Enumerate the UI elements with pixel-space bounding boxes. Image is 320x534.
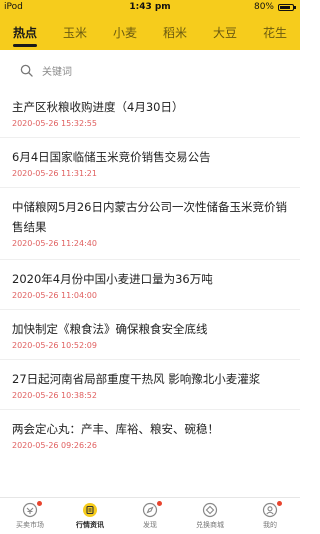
nav-profile[interactable]: 我的 [240, 498, 300, 534]
news-list: 主产区秋粮收购进度（4月30日） 2020-05-26 15:32:55 6月4… [0, 88, 300, 460]
news-date: 2020-05-26 10:38:52 [12, 391, 97, 400]
news-item[interactable]: 两会定心丸：产丰、库裕、粮安、碗稳！ 2020-05-26 09:26:26 [0, 410, 300, 460]
profile-icon [262, 502, 278, 518]
discover-icon [142, 502, 158, 518]
tab-peanut[interactable]: 花生 [250, 16, 300, 50]
shop-icon [202, 502, 218, 518]
news-title: 中储粮网5月26日内蒙古分公司一次性储备玉米竞价销售结果 [12, 200, 287, 234]
tab-hot[interactable]: 热点 [0, 16, 50, 50]
tab-wheat[interactable]: 小麦 [100, 16, 150, 50]
tab-soybean[interactable]: 大豆 [200, 16, 250, 50]
news-title: 主产区秋粮收购进度（4月30日） [12, 100, 184, 114]
news-title: 27日起河南省局部重度干热风 影响豫北小麦灌浆 [12, 372, 261, 386]
news-item[interactable]: 加快制定《粮食法》确保粮食安全底线 2020-05-26 10:52:09 [0, 310, 300, 360]
news-item[interactable]: 6月4日国家临储玉米竞价销售交易公告 2020-05-26 11:31:21 [0, 138, 300, 188]
news-item[interactable]: 中储粮网5月26日内蒙古分公司一次性储备玉米竞价销售结果 2020-05-26 … [0, 188, 300, 260]
news-date: 2020-05-26 11:24:40 [12, 239, 97, 248]
search-placeholder: 关键词 [42, 66, 72, 78]
nav-news[interactable]: 行情资讯 [60, 498, 120, 534]
news-title: 加快制定《粮食法》确保粮食安全底线 [12, 322, 208, 336]
search-input[interactable]: 关键词 [14, 58, 286, 82]
market-icon [22, 502, 38, 518]
search-icon [20, 64, 33, 77]
news-title: 2020年4月份中国小麦进口量为36万吨 [12, 272, 213, 286]
nav-shop[interactable]: 兑换商城 [180, 498, 240, 534]
nav-label: 买卖市场 [16, 521, 44, 529]
nav-market[interactable]: 买卖市场 [0, 498, 60, 534]
news-date: 2020-05-26 15:32:55 [12, 119, 97, 128]
news-title: 6月4日国家临储玉米竞价销售交易公告 [12, 150, 211, 164]
news-date: 2020-05-26 11:04:00 [12, 291, 97, 300]
nav-label: 兑换商城 [196, 521, 224, 529]
news-date: 2020-05-26 11:31:21 [12, 169, 97, 178]
news-icon [83, 503, 97, 517]
news-item[interactable]: 主产区秋粮收购进度（4月30日） 2020-05-26 15:32:55 [0, 88, 300, 138]
tab-corn[interactable]: 玉米 [50, 16, 100, 50]
news-date: 2020-05-26 09:26:26 [12, 441, 97, 450]
nav-label: 发现 [143, 521, 157, 529]
category-tabs: 热点 玉米 小麦 稻米 大豆 花生 [0, 16, 300, 50]
news-title: 两会定心丸：产丰、库裕、粮安、碗稳！ [12, 422, 219, 436]
battery-percent: 80% [253, 2, 274, 12]
news-item[interactable]: 2020年4月份中国小麦进口量为36万吨 2020-05-26 11:04:00 [0, 260, 300, 310]
tab-rice[interactable]: 稻米 [150, 16, 200, 50]
status-bar: iPod 1:43 pm 80% [0, 0, 300, 16]
badge-dot [277, 501, 282, 506]
badge-dot [157, 501, 162, 506]
battery-icon [278, 4, 296, 11]
news-item[interactable]: 27日起河南省局部重度干热风 影响豫北小麦灌浆 2020-05-26 10:38… [0, 360, 300, 410]
nav-label: 我的 [263, 521, 277, 529]
bottom-navigation: 买卖市场 行情资讯 发现 兑换商城 我的 [0, 497, 300, 534]
news-date: 2020-05-26 10:52:09 [12, 341, 97, 350]
nav-discover[interactable]: 发现 [120, 498, 180, 534]
badge-dot [37, 501, 42, 506]
nav-label: 行情资讯 [76, 521, 104, 529]
